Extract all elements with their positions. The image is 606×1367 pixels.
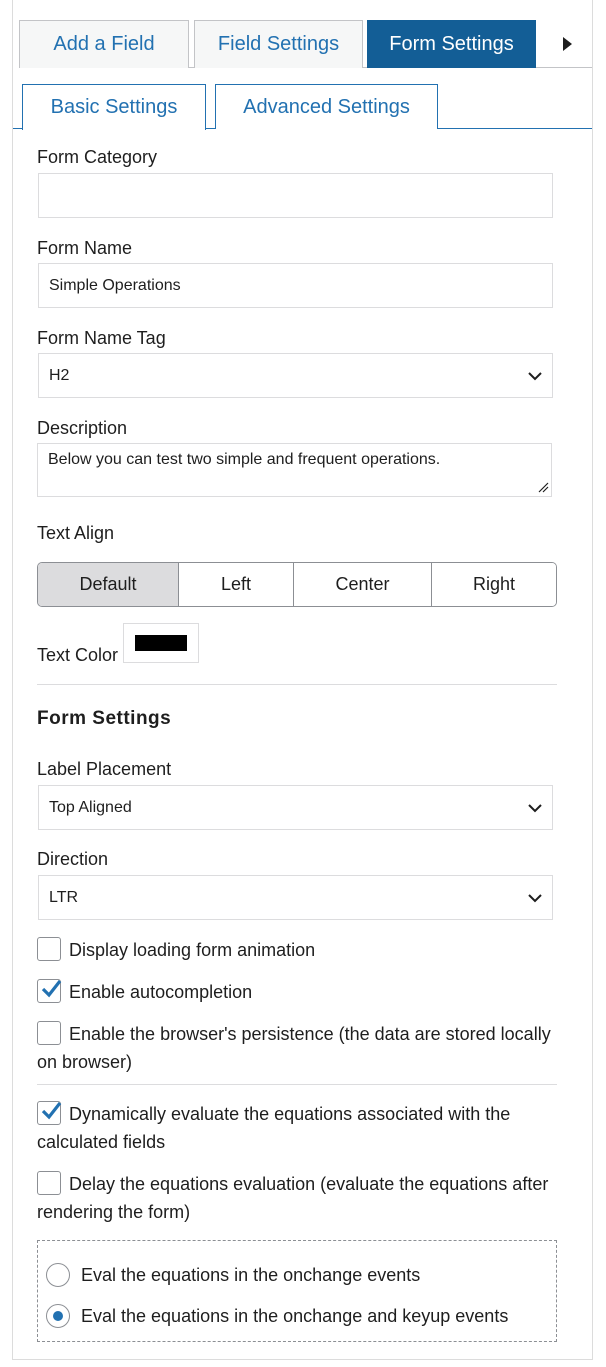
radio-onchange-keyup-row: Eval the equations in the onchange and k… [46,1304,508,1328]
onchange-radio[interactable] [46,1263,70,1287]
top-tab-bar: Add a Field Field Settings Form Settings [19,20,592,68]
form-category-input[interactable] [38,173,553,218]
tab-form-settings[interactable]: Form Settings [367,20,536,68]
sub-tab-bar: Basic Settings Advanced Settings [13,84,592,130]
text-align-button-group: Default Left Center Right [37,562,557,607]
text-color-picker[interactable] [123,623,199,663]
divider [37,1084,557,1085]
align-default-button[interactable]: Default [38,563,179,606]
tab-basic-settings[interactable]: Basic Settings [22,84,206,130]
dynamic-eval-checkbox[interactable] [37,1101,62,1125]
description-label: Description [37,418,128,438]
eval-events-radio-group: Eval the equations in the onchange event… [37,1240,557,1342]
delay-eval-checkbox[interactable] [37,1171,61,1195]
tab-field-settings[interactable]: Field Settings [194,20,363,68]
description-textarea[interactable]: Below you can test two simple and freque… [37,443,552,497]
tab-advanced-settings[interactable]: Advanced Settings [215,84,438,129]
direction-label: Direction [37,849,109,869]
checkbox-persistence-row: Enable the browser's persistence (the da… [37,1020,562,1076]
direction-select[interactable]: LTR [38,875,553,920]
form-settings-heading: Form Settings [37,708,172,729]
caret-right-icon [563,37,572,51]
radio-onchange-row: Eval the equations in the onchange event… [46,1263,420,1287]
resize-handle-icon[interactable] [537,481,549,493]
checkmark-icon [41,980,62,998]
text-align-label: Text Align [37,523,115,543]
tab-add-a-field[interactable]: Add a Field [19,20,189,68]
checkbox-label: Display loading form animation [69,940,316,960]
persistence-checkbox[interactable] [37,1021,61,1045]
divider [37,684,557,685]
text-color-label: Text Color [37,645,119,665]
checkbox-delay-eval-row: Delay the equations evaluation (evaluate… [37,1170,562,1226]
checkbox-label: Enable autocompletion [69,982,253,1002]
form-name-tag-label: Form Name Tag [37,328,166,348]
align-left-button[interactable]: Left [179,563,294,606]
checkbox-loading-animation-row: Display loading form animation [37,936,562,964]
chevron-down-icon [528,803,542,812]
settings-panel: Add a Field Field Settings Form Settings… [12,0,593,1360]
color-swatch [135,635,187,651]
checkbox-label: Delay the equations evaluation (evaluate… [37,1174,549,1222]
checkbox-label: Enable the browser's persistence (the da… [37,1024,551,1072]
tabs-scroll-right-button[interactable] [542,20,592,68]
direction-value: LTR [49,888,79,906]
radio-label: Eval the equations in the onchange and k… [81,1305,509,1326]
checkbox-dynamic-eval-row: Dynamically evaluate the equations assoc… [37,1100,562,1156]
onchange-keyup-radio[interactable] [46,1304,70,1328]
checkmark-icon [41,1102,62,1120]
form-name-label: Form Name [37,238,133,258]
form-category-label: Form Category [37,147,158,167]
form-name-tag-value: H2 [49,366,70,384]
label-placement-value: Top Aligned [49,798,132,816]
autocompletion-checkbox[interactable] [37,979,62,1003]
loading-animation-checkbox[interactable] [37,937,61,961]
checkbox-label: Dynamically evaluate the equations assoc… [37,1104,511,1152]
radio-selected-dot [53,1311,63,1321]
align-right-button[interactable]: Right [432,563,556,606]
checkbox-autocompletion-row: Enable autocompletion [37,978,562,1006]
chevron-down-icon [528,371,542,380]
align-center-button[interactable]: Center [294,563,432,606]
form-name-tag-select[interactable]: H2 [38,353,553,398]
label-placement-label: Label Placement [37,759,172,779]
form-name-input[interactable] [38,263,553,308]
label-placement-select[interactable]: Top Aligned [38,785,553,830]
chevron-down-icon [528,893,542,902]
radio-label: Eval the equations in the onchange event… [81,1264,421,1285]
